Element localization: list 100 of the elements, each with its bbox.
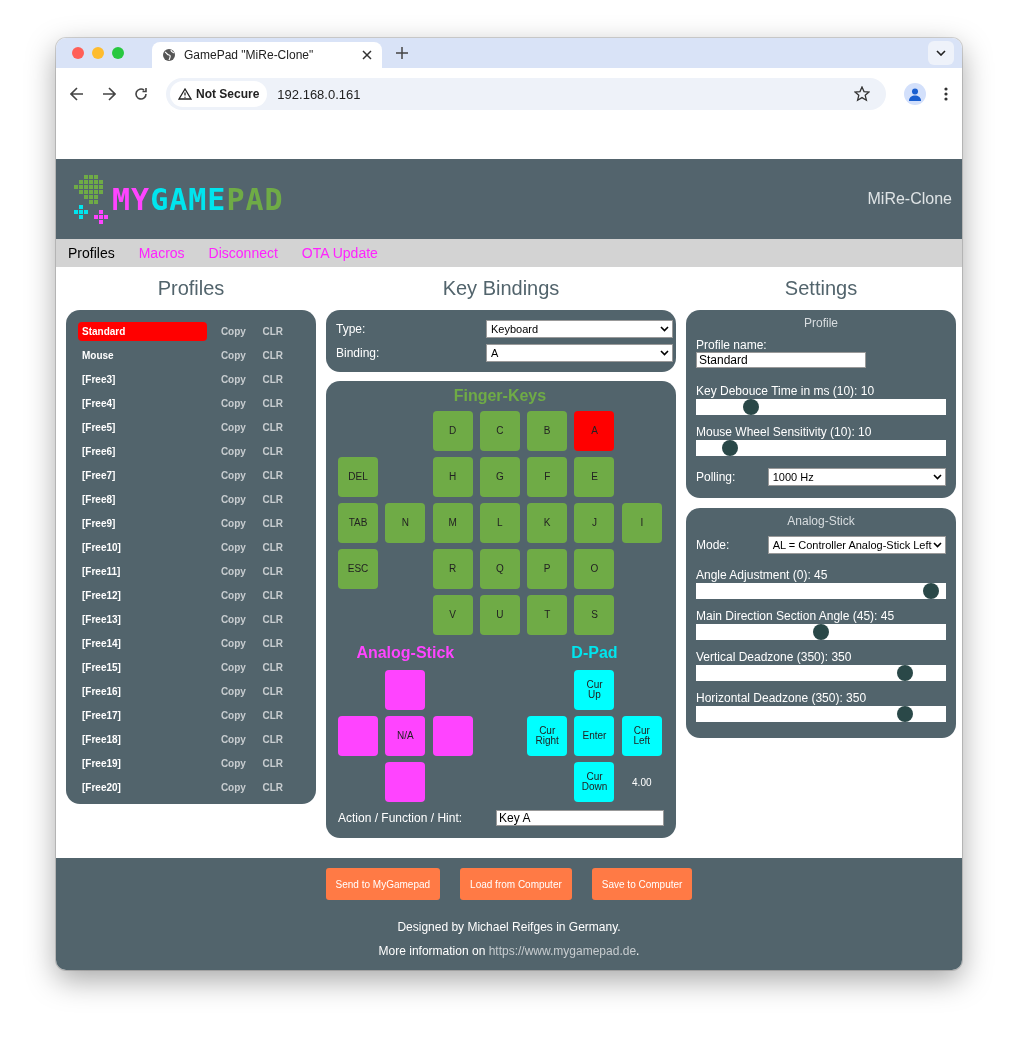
key-button[interactable]: Cur Left — [621, 716, 662, 756]
key-button[interactable]: TAB — [338, 503, 378, 543]
profile-item[interactable]: [Free18] — [78, 730, 207, 749]
key-button[interactable]: L — [479, 503, 520, 543]
key-button[interactable]: Cur Right — [527, 716, 568, 756]
copy-link[interactable]: Copy — [220, 374, 263, 385]
key-button[interactable]: V — [432, 595, 473, 635]
copy-link[interactable]: Copy — [220, 398, 263, 409]
key-button[interactable]: P — [527, 549, 568, 589]
clear-link[interactable]: CLR — [262, 446, 304, 457]
profile-item[interactable]: [Free15] — [78, 658, 207, 677]
key-button[interactable]: I — [621, 503, 662, 543]
key-button[interactable]: J — [574, 503, 615, 543]
slider-track[interactable] — [696, 583, 946, 599]
copy-link[interactable]: Copy — [220, 422, 263, 433]
profile-item[interactable]: [Free3] — [78, 370, 207, 389]
key-button[interactable]: E — [574, 457, 615, 497]
key-button[interactable]: Q — [479, 549, 520, 589]
key-button[interactable]: D — [432, 411, 473, 451]
browser-tab[interactable]: GamePad "MiRe-Clone" — [152, 42, 382, 68]
profile-item[interactable]: [Free7] — [78, 466, 207, 485]
profile-item[interactable]: Standard — [78, 322, 207, 341]
clear-link[interactable]: CLR — [262, 374, 304, 385]
slider-thumb[interactable] — [742, 399, 759, 415]
address-bar[interactable]: Not Secure 192.168.0.161 — [166, 78, 886, 110]
copy-link[interactable]: Copy — [220, 518, 263, 529]
copy-link[interactable]: Copy — [220, 710, 263, 721]
profile-name-field[interactable]: Standard — [696, 352, 866, 368]
clear-link[interactable]: CLR — [262, 734, 304, 745]
clear-link[interactable]: CLR — [262, 590, 304, 601]
copy-link[interactable]: Copy — [220, 542, 263, 553]
key-button[interactable]: N/A — [385, 716, 426, 756]
slider-track[interactable] — [696, 440, 946, 456]
polling-dropdown[interactable]: 1000 Hz — [767, 468, 946, 486]
key-button[interactable]: Cur Up — [574, 670, 615, 710]
key-button[interactable]: ESC — [338, 549, 378, 589]
slider-thumb[interactable] — [897, 665, 914, 681]
profile-item[interactable]: [Free19] — [78, 754, 207, 773]
copy-link[interactable]: Copy — [220, 470, 263, 481]
clear-link[interactable]: CLR — [262, 614, 304, 625]
back-icon[interactable] — [70, 87, 84, 101]
key-button[interactable]: R — [432, 549, 473, 589]
key-button[interactable]: G — [479, 457, 520, 497]
profile-item[interactable]: [Free14] — [78, 634, 207, 653]
copy-link[interactable]: Copy — [220, 782, 263, 793]
clear-link[interactable]: CLR — [262, 518, 304, 529]
copy-link[interactable]: Copy — [220, 590, 263, 601]
copy-link[interactable]: Copy — [220, 614, 263, 625]
key-button[interactable]: F — [527, 457, 568, 497]
close-icon[interactable] — [362, 50, 372, 60]
copy-link[interactable]: Copy — [220, 566, 263, 577]
copy-link[interactable]: Copy — [220, 638, 263, 649]
profile-item[interactable]: [Free13] — [78, 610, 207, 629]
copy-link[interactable]: Copy — [220, 662, 263, 673]
slider-track[interactable] — [696, 665, 946, 681]
copy-link[interactable]: Copy — [220, 350, 263, 361]
type-dropdown[interactable]: Keyboard — [486, 320, 673, 338]
copy-link[interactable]: Copy — [220, 494, 263, 505]
clear-link[interactable]: CLR — [262, 326, 304, 337]
forward-icon[interactable] — [102, 87, 116, 101]
key-button[interactable]: A — [574, 411, 615, 451]
clear-link[interactable]: CLR — [262, 782, 304, 793]
key-button[interactable]: H — [432, 457, 473, 497]
copy-link[interactable]: Copy — [220, 686, 263, 697]
clear-link[interactable]: CLR — [262, 350, 304, 361]
reload-icon[interactable] — [134, 87, 148, 101]
key-button[interactable]: Enter — [574, 716, 615, 756]
new-tab-icon[interactable] — [396, 47, 408, 59]
slider-thumb[interactable] — [897, 706, 914, 722]
profile-item[interactable]: [Free8] — [78, 490, 207, 509]
slider-thumb[interactable] — [721, 440, 738, 456]
profile-item[interactable]: [Free16] — [78, 682, 207, 701]
profile-item[interactable]: [Free4] — [78, 394, 207, 413]
profile-item[interactable]: [Free9] — [78, 514, 207, 533]
profile-item[interactable]: [Free5] — [78, 418, 207, 437]
clear-link[interactable]: CLR — [262, 758, 304, 769]
key-button[interactable]: U — [479, 595, 520, 635]
copy-link[interactable]: Copy — [220, 734, 263, 745]
tab-menu-button[interactable] — [928, 41, 954, 65]
key-button[interactable]: S — [574, 595, 615, 635]
star-icon[interactable] — [854, 86, 870, 102]
mode-dropdown[interactable]: AL = Controller Analog-Stick Left — [767, 536, 946, 554]
key-button[interactable]: T — [527, 595, 568, 635]
key-button[interactable]: O — [574, 549, 615, 589]
nav-tab[interactable]: Profiles — [68, 245, 115, 261]
clear-link[interactable]: CLR — [262, 398, 304, 409]
profile-item[interactable]: [Free12] — [78, 586, 207, 605]
clear-link[interactable]: CLR — [262, 638, 304, 649]
menu-icon[interactable] — [944, 87, 948, 101]
clear-link[interactable]: CLR — [262, 422, 304, 433]
clear-link[interactable]: CLR — [262, 686, 304, 697]
binding-dropdown[interactable]: A — [486, 344, 673, 362]
profile-item[interactable]: [Free17] — [78, 706, 207, 725]
clear-link[interactable]: CLR — [262, 710, 304, 721]
copy-link[interactable]: Copy — [220, 446, 263, 457]
clear-link[interactable]: CLR — [262, 494, 304, 505]
key-button[interactable]: C — [479, 411, 520, 451]
profile-item[interactable]: Mouse — [78, 346, 207, 365]
slider-track[interactable] — [696, 624, 946, 640]
copy-link[interactable]: Copy — [220, 326, 263, 337]
